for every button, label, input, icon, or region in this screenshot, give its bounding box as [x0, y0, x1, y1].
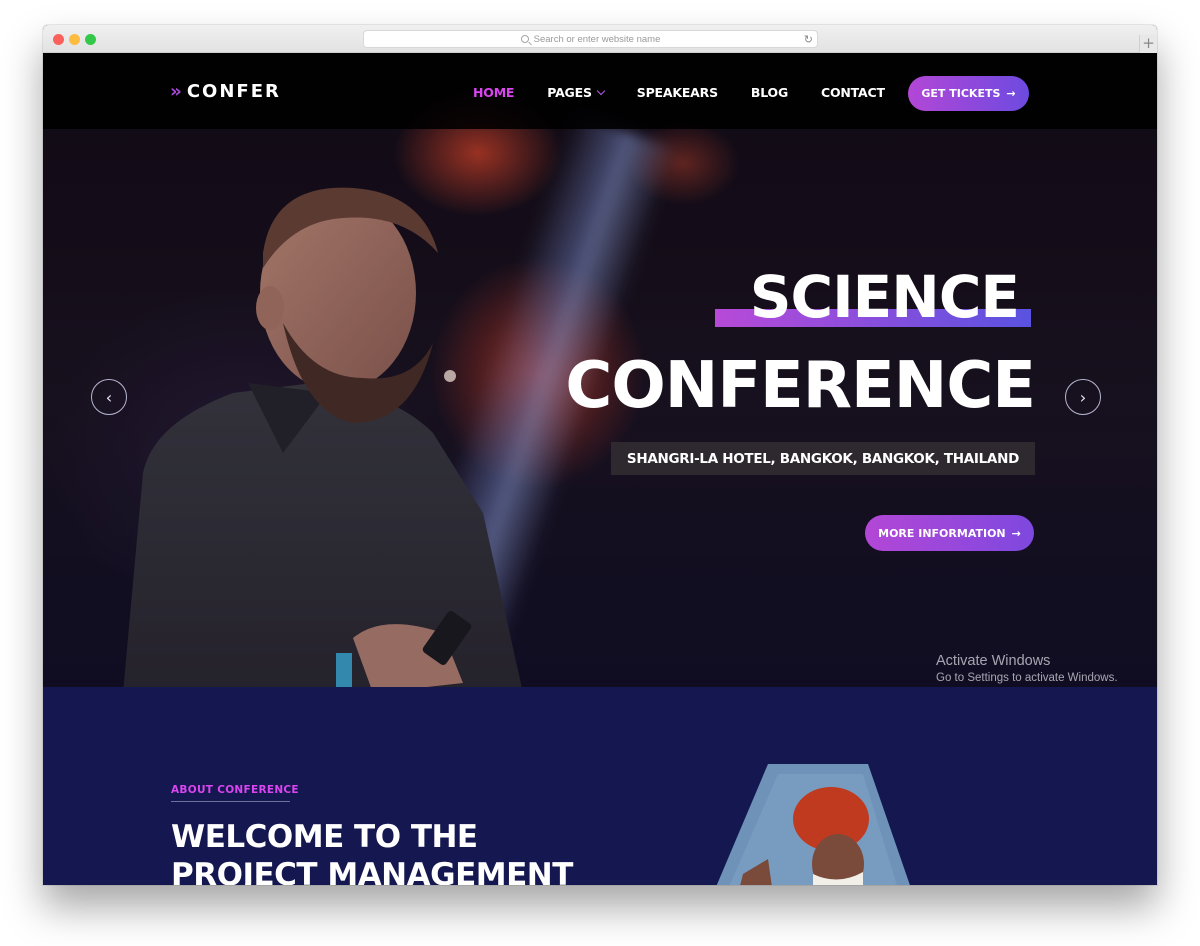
hero-location: SHANGRI-LA HOTEL, BANGKOK, BANGKOK, THAI… [610, 442, 1035, 475]
about-section: ABOUT CONFERENCE WELCOME TO THE PROJECT … [43, 687, 1157, 885]
more-information-button[interactable]: MORE INFORMATION → [865, 515, 1034, 551]
nav-item-contact[interactable]: CONTACT [821, 85, 885, 100]
nav-item-pages-label: PAGES [547, 85, 592, 100]
arrow-right-icon: → [1006, 87, 1016, 100]
close-window-button[interactable] [53, 34, 64, 45]
hero-slider: SCIENCE CONFERENCE SHANGRI-LA HOTEL, BAN… [43, 53, 1157, 687]
brand-name: CONFER [186, 81, 281, 102]
search-icon [520, 35, 529, 43]
site-logo[interactable]: ›› CONFER [170, 81, 281, 102]
watermark-subtitle: Go to Settings to activate Windows. [936, 672, 1118, 684]
nav-item-home[interactable]: HOME [473, 85, 514, 100]
nav-item-blog[interactable]: BLOG [751, 85, 788, 100]
hero-title-line2: CONFERENCE [565, 349, 1036, 423]
nav-item-pages[interactable]: PAGES [547, 85, 606, 100]
nav-item-speakers[interactable]: SPEAKEARS [637, 85, 718, 100]
about-title: WELCOME TO THE PROJECT MANAGEMENT [171, 818, 671, 885]
maximize-window-button[interactable] [85, 34, 96, 45]
minimize-window-button[interactable] [69, 34, 80, 45]
reload-icon[interactable]: ↻ [804, 33, 813, 46]
get-tickets-label: GET TICKETS [921, 87, 1001, 100]
slider-prev-button[interactable]: ‹ [91, 379, 127, 415]
nav-menu: HOME PAGES SPEAKEARS BLOG CONTACT [473, 85, 918, 100]
about-title-line2: PROJECT MANAGEMENT [171, 857, 573, 885]
more-information-label: MORE INFORMATION [878, 526, 1006, 540]
windows-activation-watermark: Activate Windows Go to Settings to activ… [936, 653, 1118, 684]
chevron-down-icon [596, 86, 606, 96]
about-title-line1: WELCOME TO THE [171, 819, 478, 855]
browser-toolbar: Search or enter website name ↻ + [43, 25, 1157, 53]
address-placeholder: Search or enter website name [533, 33, 661, 45]
plus-icon[interactable]: + [1139, 35, 1157, 53]
main-navigation: ›› CONFER HOME PAGES SPEAKEARS BLOG CONT… [43, 53, 1157, 129]
address-bar[interactable]: Search or enter website name ↻ [363, 30, 818, 48]
watermark-title: Activate Windows [936, 653, 1051, 669]
slider-next-button[interactable]: › [1065, 379, 1101, 415]
get-tickets-button[interactable]: GET TICKETS → [908, 76, 1029, 111]
about-image [716, 764, 910, 885]
arrow-right-icon: → [1011, 526, 1021, 540]
browser-window: Search or enter website name ↻ + SCIENCE… [43, 25, 1157, 885]
about-tag-underline [171, 801, 290, 802]
hero-title-line1: SCIENCE [749, 263, 1020, 331]
chevron-right-icon: › [1079, 387, 1087, 407]
double-chevron-icon: ›› [170, 81, 182, 102]
chevron-left-icon: ‹ [105, 387, 113, 407]
about-tag: ABOUT CONFERENCE [171, 784, 299, 796]
